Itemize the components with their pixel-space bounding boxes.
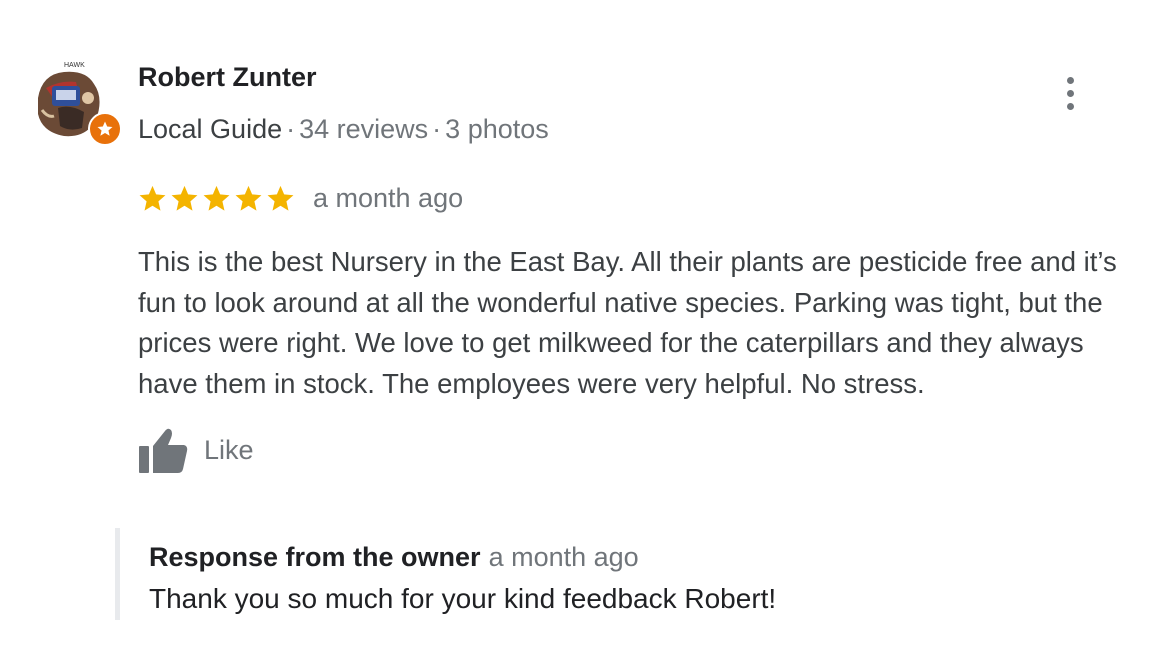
owner-response-header: Response from the owner a month ago — [149, 542, 1115, 573]
star-icon — [139, 185, 166, 211]
star-icon — [235, 185, 262, 211]
reviewer-name[interactable]: Robert Zunter — [138, 62, 317, 93]
owner-response-title: Response from the owner — [149, 542, 481, 572]
review-text: This is the best Nursery in the East Bay… — [138, 246, 1117, 399]
thumbs-up-icon — [139, 428, 188, 473]
reviews-count: 34 reviews — [299, 114, 429, 144]
more-dot — [1066, 76, 1074, 84]
star-icon — [171, 185, 198, 211]
separator-dot: · — [432, 114, 442, 144]
owner-response-date: a month ago — [488, 542, 639, 572]
review-date: a month ago — [313, 182, 464, 213]
photos-count: 3 photos — [445, 114, 549, 144]
like-button[interactable]: Like — [138, 425, 254, 475]
reviewer-avatar-container[interactable]: HAWK — [30, 58, 122, 148]
star-icon — [203, 185, 230, 211]
more-dot — [1066, 102, 1074, 110]
more-vert-icon[interactable] — [1056, 73, 1084, 113]
star-icon — [267, 185, 294, 211]
reviewer-meta: Local Guide · 34 reviews · 3 photos — [138, 114, 549, 145]
avatar-caption: HAWK — [64, 62, 85, 69]
separator-dot: · — [286, 114, 296, 144]
like-label: Like — [204, 434, 254, 465]
star-rating — [138, 184, 295, 213]
owner-response: Response from the owner a month ago Thank… — [115, 528, 1115, 620]
more-dot — [1066, 89, 1074, 97]
rating-row: a month ago — [138, 180, 463, 216]
local-guide-label[interactable]: Local Guide — [138, 114, 282, 144]
local-guide-badge-icon — [88, 112, 122, 146]
owner-response-text: Thank you so much for your kind feedback… — [149, 583, 777, 614]
